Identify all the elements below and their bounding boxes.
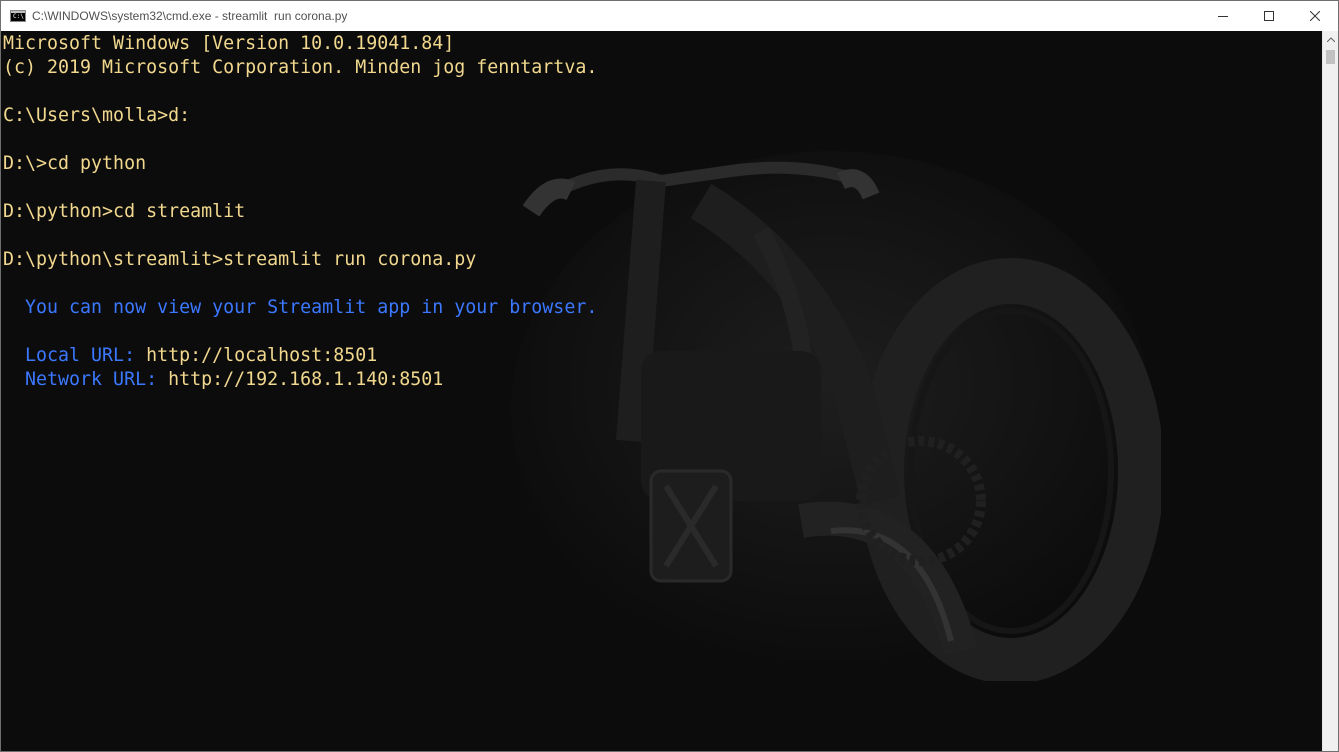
minimize-icon: [1218, 16, 1228, 17]
cmd-icon[interactable]: C:\: [10, 10, 26, 22]
console-line-text: Microsoft Windows [Version 10.0.19041.84…: [3, 33, 455, 54]
console-output[interactable]: Microsoft Windows [Version 10.0.19041.84…: [1, 31, 1322, 751]
vertical-scrollbar[interactable]: [1322, 31, 1338, 751]
console-line: D:\python\streamlit>streamlit run corona…: [3, 248, 597, 272]
console-line-text: You can now view your Streamlit app in y…: [3, 297, 598, 318]
console-line-text: (c) 2019 Microsoft Corporation. Minden j…: [3, 57, 598, 78]
chevron-up-icon: [1327, 37, 1335, 42]
scrollbar-thumb[interactable]: [1326, 50, 1335, 64]
scroll-up-arrow[interactable]: [1323, 31, 1338, 48]
console-line-text: Local URL:: [3, 345, 147, 366]
close-icon: [1310, 11, 1320, 21]
window-title: C:\WINDOWS\system32\cmd.exe - streamlit …: [32, 9, 348, 23]
close-button[interactable]: [1292, 1, 1338, 31]
console-line-text: D:\python>cd streamlit: [3, 201, 246, 222]
console-line: D:\python>cd streamlit: [3, 200, 597, 224]
maximize-icon: [1264, 11, 1274, 21]
minimize-button[interactable]: [1200, 1, 1246, 31]
network-url-value: http://192.168.1.140:8501: [168, 369, 444, 390]
background-motorcycle-image: [511, 151, 1161, 681]
console-line: Network URL: http://192.168.1.140:8501: [3, 368, 597, 392]
console-lines: Microsoft Windows [Version 10.0.19041.84…: [3, 32, 597, 392]
cmd-icon-text: C:\: [13, 13, 24, 20]
console-line-text: Network URL:: [3, 369, 169, 390]
console-line: You can now view your Streamlit app in y…: [3, 296, 597, 320]
console-line: Local URL: http://localhost:8501: [3, 344, 597, 368]
console-line-text: C:\Users\molla>d:: [3, 105, 191, 126]
local-url-value: http://localhost:8501: [146, 345, 378, 366]
console-line: C:\Users\molla>d:: [3, 104, 597, 128]
console-line-text: D:\>cd python: [3, 153, 147, 174]
caption-buttons: [1200, 1, 1338, 31]
cmd-window: C:\ C:\WINDOWS\system32\cmd.exe - stream…: [0, 0, 1339, 752]
maximize-button[interactable]: [1246, 1, 1292, 31]
title-bar[interactable]: C:\ C:\WINDOWS\system32\cmd.exe - stream…: [1, 1, 1338, 31]
console-line: Microsoft Windows [Version 10.0.19041.84…: [3, 32, 597, 56]
console-line-text: D:\python\streamlit>streamlit run corona…: [3, 249, 477, 270]
console-line: (c) 2019 Microsoft Corporation. Minden j…: [3, 56, 597, 80]
console-line: D:\>cd python: [3, 152, 597, 176]
